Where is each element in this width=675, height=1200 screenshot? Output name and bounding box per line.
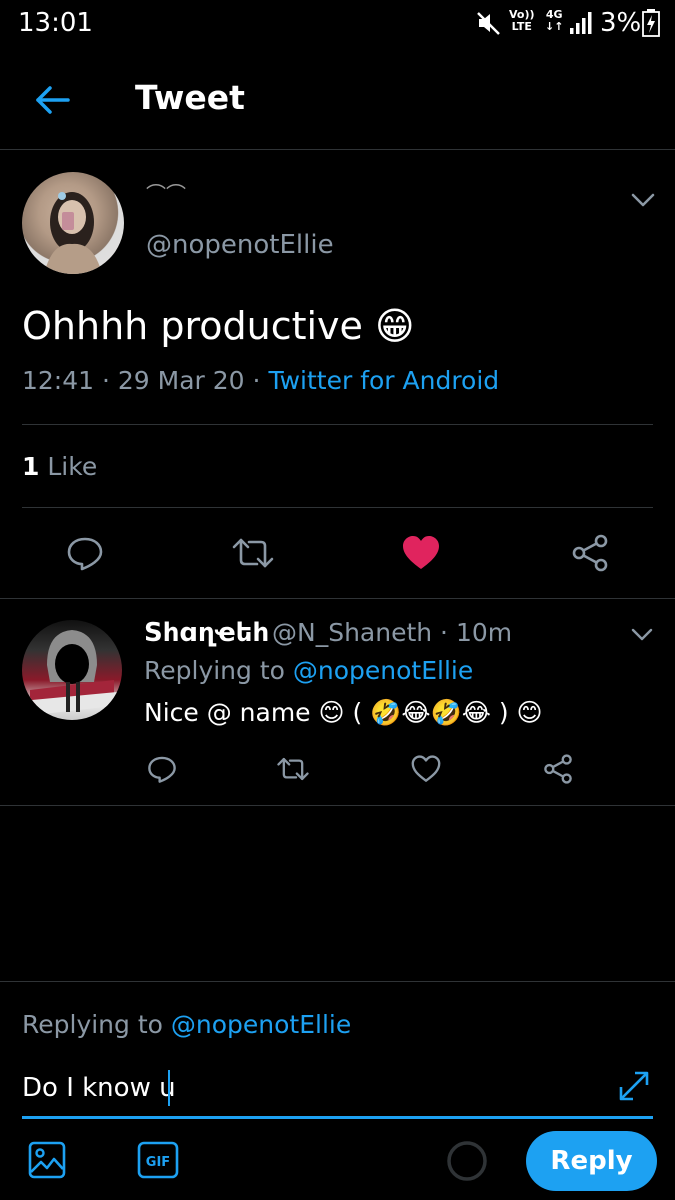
avatar-image <box>30 630 117 715</box>
reply-author-avatar[interactable] <box>22 620 122 720</box>
meta-separator: · <box>252 366 269 395</box>
divider <box>0 805 675 806</box>
avatar-image <box>44 192 102 274</box>
gif-button[interactable]: GIF <box>137 1141 179 1179</box>
page-title: Tweet <box>135 78 245 117</box>
mute-icon <box>477 12 500 35</box>
battery-percent: 3% <box>600 8 642 38</box>
gif-label: GIF <box>146 1155 170 1170</box>
signal-icon <box>570 12 592 34</box>
replying-to: Replying to @nopenotEllie <box>144 656 473 685</box>
tweet-source-link[interactable]: Twitter for Android <box>268 366 499 395</box>
character-count-ring <box>447 1141 487 1181</box>
author-display-name[interactable]: ⌒⌒ <box>146 178 186 207</box>
text-cursor <box>168 1070 170 1106</box>
heart-icon[interactable] <box>411 755 441 783</box>
like-count[interactable]: 1 Like <box>22 452 97 481</box>
divider <box>22 507 653 508</box>
network-type-indicator: 4G ↓↑ <box>545 8 564 33</box>
volte-indicator: Vo)) LTE <box>509 8 535 33</box>
composer-replying-to: Replying to @nopenotEllie <box>22 1010 351 1039</box>
reply-icon[interactable] <box>66 534 104 572</box>
share-icon[interactable] <box>571 534 609 572</box>
like-count-number: 1 <box>22 452 40 481</box>
replying-to-label: Replying to <box>144 656 285 685</box>
divider <box>22 424 653 425</box>
gif-icon: GIF <box>137 1141 179 1179</box>
heart-filled-icon[interactable] <box>402 535 440 571</box>
author-avatar[interactable] <box>22 172 124 274</box>
meta-separator: · <box>102 366 118 395</box>
chevron-down-icon[interactable] <box>630 626 654 644</box>
tweet-text: Ohhhh productive 😁 <box>22 304 415 348</box>
image-icon[interactable] <box>28 1141 66 1179</box>
tweet-time: 12:41 <box>22 366 95 395</box>
header-divider <box>0 149 675 150</box>
reply-text: Nice @ name 😊 ( 🤣😂🤣😂 ) 😊 <box>144 698 543 727</box>
reply-icon[interactable] <box>147 754 177 784</box>
reply-author-name[interactable]: Sհɑղҽեհ <box>144 618 269 648</box>
input-underline <box>22 1116 653 1119</box>
reply-button[interactable]: Reply <box>526 1131 657 1191</box>
replying-to-handle[interactable]: @nopenotEllie <box>171 1010 351 1039</box>
divider <box>0 598 675 599</box>
tweet-meta: 12:41 · 29 Mar 20 · Twitter for Android <box>22 366 499 395</box>
status-time: 13:01 <box>18 8 93 38</box>
share-icon[interactable] <box>543 754 573 784</box>
chevron-down-icon[interactable] <box>630 190 656 210</box>
expand-icon[interactable] <box>616 1068 652 1104</box>
reply-author-handle-time[interactable]: @N_Shaneth · 10m <box>272 618 512 647</box>
retweet-icon[interactable] <box>231 536 275 570</box>
replying-to-handle[interactable]: @nopenotEllie <box>293 656 473 685</box>
composer-divider <box>0 981 675 982</box>
back-arrow-icon[interactable] <box>30 78 74 122</box>
author-handle[interactable]: @nopenotEllie <box>146 230 334 260</box>
status-bar: 13:01 Vo)) LTE 4G ↓↑ 3% <box>0 0 675 48</box>
like-count-label: Like <box>47 452 98 481</box>
replying-to-label: Replying to <box>22 1010 163 1039</box>
battery-charging-icon <box>642 9 660 37</box>
retweet-icon[interactable] <box>276 756 310 782</box>
tweet-date: 29 Mar 20 <box>117 366 245 395</box>
reply-compose-input[interactable] <box>22 1070 602 1106</box>
